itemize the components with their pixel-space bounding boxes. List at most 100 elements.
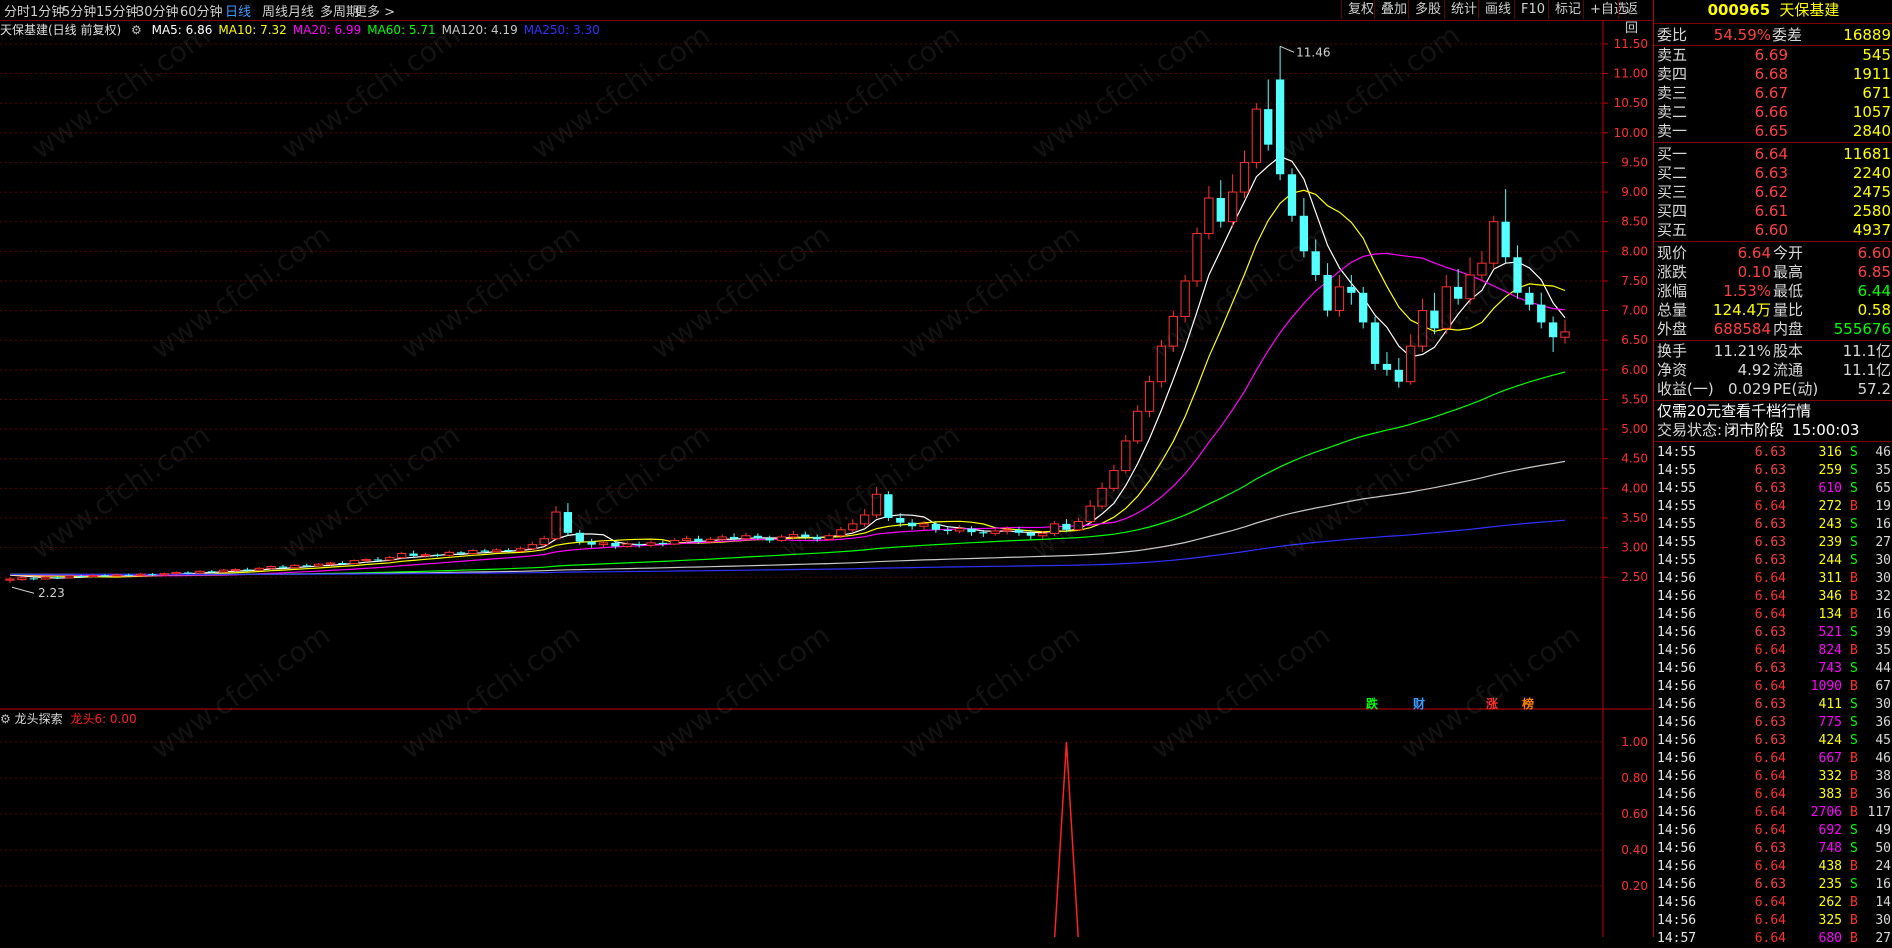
- tool-button-5[interactable]: F10: [1514, 0, 1551, 19]
- candle: [480, 550, 489, 552]
- tick-side: B: [1850, 499, 1858, 514]
- tick-count: 30: [1875, 553, 1891, 568]
- candle: [183, 572, 193, 574]
- divider: [1654, 340, 1892, 341]
- tick-price: 6.63: [1754, 535, 1786, 550]
- tick-side: S: [1850, 715, 1858, 730]
- bid-price: 6.62: [1754, 183, 1788, 201]
- tick-count: 44: [1875, 661, 1891, 676]
- tick-count: 24: [1875, 859, 1891, 874]
- stat-value: 0.029: [1728, 380, 1771, 398]
- tick-volume: 610: [1818, 481, 1842, 496]
- bid-price: 6.63: [1754, 164, 1788, 182]
- tick-side: B: [1850, 679, 1858, 694]
- period-tab-1[interactable]: 1分钟: [30, 1, 64, 20]
- tick-row: 14:56 6.64 311 B 30: [1654, 570, 1892, 588]
- bid-row: 买五 6.60 4937: [1654, 221, 1892, 240]
- watermark: www.cfchi.com: [645, 218, 836, 365]
- candle: [266, 566, 276, 569]
- kline-chart[interactable]: 11.50 11.00 10.50 10.00 9.50 9.00 8.50 8.00 7.50…: [0, 20, 1652, 937]
- low-label: 2.23: [38, 586, 65, 600]
- settings-icon[interactable]: ⚙: [0, 712, 11, 726]
- candle: [1275, 79, 1285, 175]
- tick-row: 14:56 6.64 134 B 16: [1654, 606, 1892, 624]
- tick-row: 14:56 6.63 424 S 45: [1654, 732, 1892, 750]
- tick-volume: 424: [1818, 733, 1842, 748]
- stat-row: 外盘 688584 内盘 555676: [1654, 320, 1892, 339]
- watermark: www.cfchi.com: [895, 218, 1086, 365]
- tick-price: 6.64: [1754, 607, 1786, 622]
- tick-row: 14:56 6.64 692 S 49: [1654, 822, 1892, 840]
- tick-row: 14:55 6.63 610 S 65: [1654, 480, 1892, 498]
- tick-count: 117: [1867, 805, 1891, 820]
- divider: [1654, 241, 1892, 242]
- tick-count: 67: [1875, 679, 1891, 694]
- tick-volume: 259: [1818, 463, 1842, 478]
- y-tick-label: 9.50: [1621, 155, 1648, 169]
- ask-label: 卖一: [1657, 122, 1688, 140]
- period-tab-10[interactable]: 更多 >: [354, 1, 395, 20]
- tool-button-6[interactable]: 标记: [1548, 0, 1587, 19]
- tick-side: B: [1850, 751, 1858, 766]
- tick-side: S: [1850, 625, 1858, 640]
- candle: [420, 554, 431, 557]
- tick-volume: 743: [1818, 661, 1842, 676]
- ask-price: 6.65: [1754, 122, 1788, 140]
- tick-side: S: [1850, 823, 1858, 838]
- tick-side: S: [1850, 535, 1858, 550]
- period-tab-0[interactable]: 分时: [4, 1, 30, 20]
- tick-time: 14:56: [1657, 823, 1697, 838]
- period-tab-5[interactable]: 60分钟: [180, 1, 223, 20]
- candle: [1216, 197, 1225, 222]
- bid-row: 买一 6.64 11681: [1654, 145, 1892, 164]
- sub-indicator-name[interactable]: 龙头探索: [15, 712, 63, 726]
- tick-volume: 325: [1818, 913, 1842, 928]
- divider: [1654, 441, 1892, 442]
- period-tab-6[interactable]: 日线: [225, 1, 251, 20]
- tick-row: 14:56 6.64 262 B 14: [1654, 894, 1892, 912]
- stat-label: 涨幅: [1657, 282, 1688, 300]
- period-tab-2[interactable]: 5分钟: [62, 1, 96, 20]
- watermark: www.cfchi.com: [145, 218, 336, 365]
- candle: [53, 577, 62, 579]
- candle: [1359, 292, 1368, 323]
- tick-volume: 2706: [1810, 805, 1842, 820]
- weibi-value: 54.59%: [1713, 26, 1771, 44]
- promo-link[interactable]: 仅需20元查看千档行情: [1654, 402, 1892, 421]
- tick-time: 14:56: [1657, 661, 1697, 676]
- tick-side: S: [1850, 841, 1858, 856]
- watermark: www.cfchi.com: [25, 20, 216, 166]
- bid-price: 6.61: [1754, 202, 1788, 220]
- tool-button-8[interactable]: 返回: [1618, 0, 1652, 36]
- candle: [64, 575, 75, 579]
- tool-button-4[interactable]: 画线: [1478, 0, 1517, 19]
- candle: [634, 544, 644, 546]
- tool-button-2[interactable]: 多股: [1408, 0, 1447, 19]
- candle: [646, 542, 656, 546]
- period-tab-4[interactable]: 30分钟: [136, 1, 179, 20]
- y-tick-label: 4.00: [1621, 481, 1648, 495]
- candle: [765, 538, 774, 541]
- candle: [1525, 292, 1534, 305]
- weibi-label: 委比: [1657, 26, 1688, 44]
- stat-value: 124.4万: [1713, 301, 1771, 319]
- tick-side: S: [1850, 517, 1858, 532]
- period-tab-8[interactable]: 月线: [288, 1, 314, 20]
- tick-price: 6.64: [1754, 913, 1786, 928]
- bid-label: 买三: [1657, 183, 1688, 201]
- candle: [1251, 108, 1262, 163]
- stock-header: 000965 天保基建: [1654, 1, 1892, 21]
- candle: [313, 563, 324, 567]
- tick-price: 6.64: [1754, 931, 1786, 946]
- candle: [1537, 304, 1546, 323]
- tick-price: 6.63: [1754, 841, 1786, 856]
- tick-price: 6.63: [1754, 553, 1786, 568]
- ask-label: 卖四: [1657, 65, 1688, 83]
- ask-price: 6.66: [1754, 103, 1788, 121]
- watermark: www.cfchi.com: [1275, 20, 1466, 166]
- candle: [397, 553, 407, 559]
- tick-time: 14:57: [1657, 931, 1697, 946]
- stat-label: 净资: [1657, 361, 1688, 379]
- period-tab-7[interactable]: 周线: [262, 1, 288, 20]
- period-tab-3[interactable]: 15分钟: [96, 1, 139, 20]
